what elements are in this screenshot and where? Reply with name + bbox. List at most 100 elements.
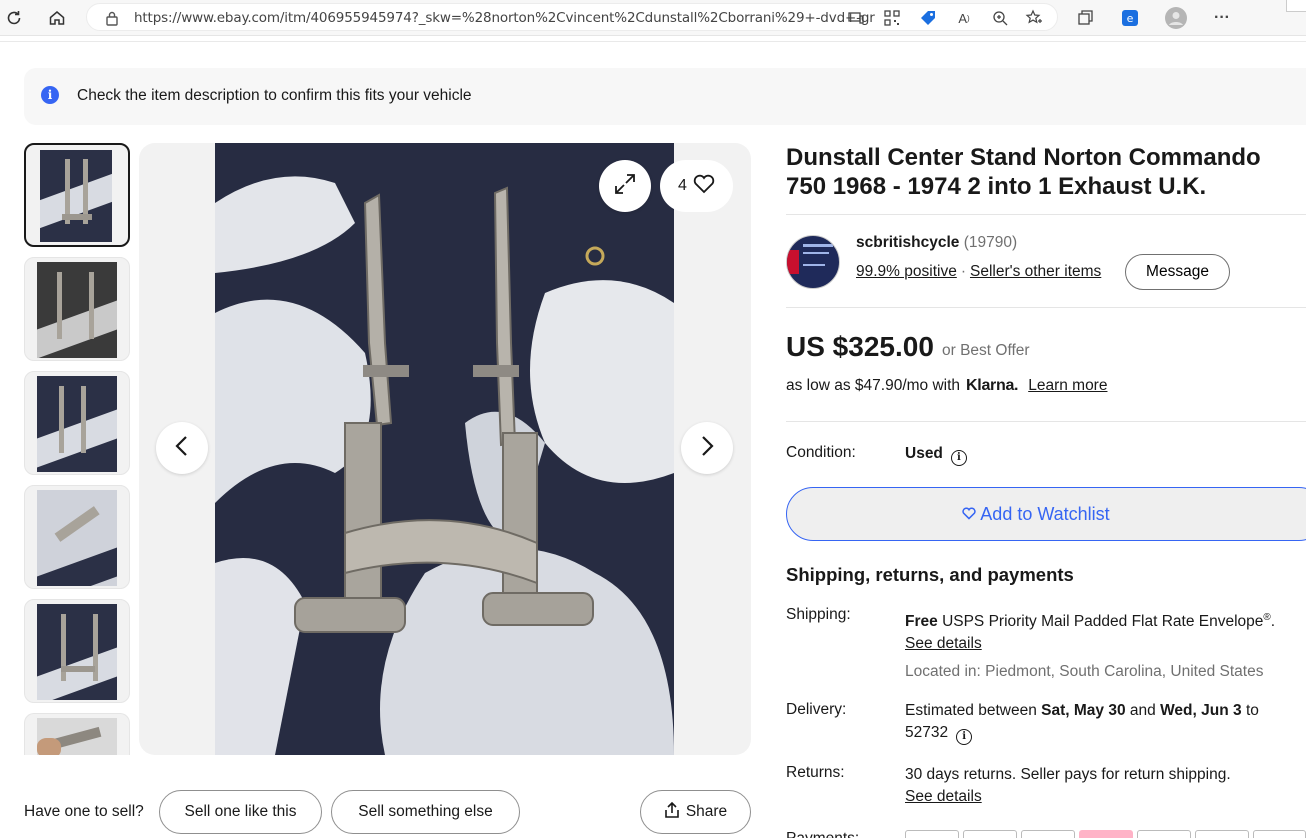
zoom-icon[interactable]: [991, 9, 1009, 27]
have-one-to-sell-text: Have one to sell?: [24, 803, 144, 820]
thumbnail-3[interactable]: [24, 371, 130, 475]
profile-avatar-icon[interactable]: [1164, 6, 1188, 30]
add-to-watchlist-button[interactable]: Add to Watchlist: [786, 487, 1306, 541]
klarna-payment-icon: [1079, 830, 1133, 838]
mastercard-payment-icon: [1195, 830, 1249, 838]
thumbnail-image: [37, 604, 117, 700]
discover-payment-icon: [1253, 830, 1306, 838]
chevron-right-icon: [699, 435, 715, 462]
thumbnail-image: [37, 490, 117, 586]
like-count: 4: [678, 177, 687, 194]
divider: [786, 421, 1306, 422]
share-icon: [664, 801, 680, 824]
shipping-see-details-link[interactable]: See details: [905, 635, 982, 652]
collections-icon[interactable]: [1074, 6, 1098, 30]
browser-toolbar: https://www.ebay.com/itm/406955945974?_s…: [0, 0, 1306, 36]
refresh-icon[interactable]: [2, 6, 26, 30]
heart-icon: [693, 174, 715, 199]
delivery-end: Wed, Jun 3: [1160, 702, 1242, 719]
share-button[interactable]: Share: [640, 790, 751, 834]
seller-links: 99.9% positive · Seller's other items: [856, 263, 1101, 281]
condition-label: Condition:: [786, 444, 856, 461]
seller-name[interactable]: scbritishcycle: [856, 234, 959, 251]
info-circle-icon[interactable]: i: [950, 450, 967, 466]
home-icon[interactable]: [45, 6, 69, 30]
shipping-service: USPS Priority Mail Padded Flat Rate Enve…: [942, 613, 1264, 631]
located-prefix: Located in:: [905, 663, 981, 680]
returns-label: Returns:: [786, 764, 845, 781]
watchers-like-button[interactable]: 4: [660, 160, 733, 212]
product-photo[interactable]: [215, 143, 674, 755]
returns-text: 30 days returns. Seller pays for return …: [905, 766, 1231, 783]
add-favorite-icon[interactable]: [1025, 9, 1043, 27]
thumbnail-1[interactable]: [24, 143, 130, 247]
klarna-learn-more-link[interactable]: Learn more: [1028, 377, 1107, 394]
add-to-watchlist-label: Add to Watchlist: [980, 503, 1110, 524]
payment-method-icon: [963, 830, 1017, 838]
klarna-logo: Klarna.: [966, 377, 1019, 394]
payments-label: Payments:: [786, 830, 859, 838]
seller-positive-link[interactable]: 99.9% positive: [856, 263, 957, 280]
previous-image-button[interactable]: [156, 422, 208, 474]
thumbnail-2[interactable]: [24, 257, 130, 361]
shipping-free: Free: [905, 613, 938, 631]
info-circle-icon[interactable]: i: [956, 729, 973, 745]
heart-icon: [962, 504, 976, 525]
thumbnail-image: [37, 718, 117, 755]
shipping-section-heading: Shipping, returns, and payments: [786, 564, 1074, 585]
divider: [786, 214, 1306, 215]
fitment-alert: i Check the item description to confirm …: [24, 68, 1306, 125]
more-menu-icon[interactable]: ···: [1210, 6, 1234, 30]
sell-something-else-button[interactable]: Sell something else: [331, 790, 520, 834]
seller-avatar[interactable]: [786, 235, 840, 289]
coupon-tag-icon[interactable]: [919, 9, 937, 27]
sell-one-like-this-button[interactable]: Sell one like this: [159, 790, 322, 834]
thumbnail-4[interactable]: [24, 485, 130, 589]
located-value: Piedmont, South Carolina, United States: [985, 663, 1264, 680]
url-text[interactable]: https://www.ebay.com/itm/406955945974?_s…: [134, 10, 876, 26]
thumbnail-image: [40, 150, 112, 242]
edge-extension-icon[interactable]: e: [1118, 6, 1142, 30]
delivery-and: and: [1129, 702, 1156, 719]
seller-feedback-count: (19790): [963, 234, 1018, 251]
klarna-financing: as low as $47.90/mo with Klarna. Learn mor…: [786, 377, 1107, 395]
read-aloud-icon[interactable]: A): [955, 9, 973, 27]
read-aloud-device-icon[interactable]: [847, 9, 865, 27]
thumbnail-5[interactable]: [24, 599, 130, 703]
page-top-divider: [0, 36, 1306, 42]
klarna-prefix: as low as $47.90/mo with: [786, 377, 961, 394]
fitment-alert-text: Check the item description to confirm th…: [77, 87, 472, 104]
thumbnail-image: [37, 262, 117, 358]
delivery-zip[interactable]: 52732: [905, 724, 948, 741]
expand-image-button[interactable]: [599, 160, 651, 212]
expand-icon: [613, 172, 637, 201]
info-icon: i: [41, 86, 59, 104]
thumbnail-image: [37, 376, 117, 472]
separator-dot: ·: [960, 263, 966, 280]
seller-name-row: scbritishcycle (19790): [856, 234, 1017, 252]
message-seller-button[interactable]: Message: [1125, 254, 1230, 290]
payment-method-icon: [1137, 830, 1191, 838]
payment-method-icon: [905, 830, 959, 838]
main-image-gallery[interactable]: [139, 143, 751, 755]
returns-value: 30 days returns. Seller pays for return …: [905, 764, 1300, 808]
seller-other-items-link[interactable]: Seller's other items: [970, 263, 1101, 280]
item-title: Dunstall Center Stand Norton Commando 75…: [786, 144, 1261, 200]
returns-see-details-link[interactable]: See details: [905, 788, 982, 805]
delivery-value: Estimated between Sat, May 30 and Wed, J…: [905, 700, 1300, 745]
svg-text:e: e: [1127, 12, 1134, 25]
lock-icon[interactable]: [105, 10, 119, 31]
shipping-value: Free USPS Priority Mail Padded Flat Rate…: [905, 612, 1276, 653]
next-image-button[interactable]: [681, 422, 733, 474]
qr-code-icon[interactable]: [883, 9, 901, 27]
divider: [786, 307, 1306, 308]
thumbnail-6[interactable]: [24, 713, 130, 755]
address-bar[interactable]: https://www.ebay.com/itm/406955945974?_s…: [86, 3, 1058, 31]
payment-method-icon: [1021, 830, 1075, 838]
condition-value: Used: [905, 445, 943, 462]
shipping-label: Shipping:: [786, 606, 851, 623]
location-row: Located in: Piedmont, South Carolina, Un…: [905, 661, 1263, 683]
condition-value-row: Used i: [905, 443, 967, 466]
delivery-prefix: Estimated between: [905, 702, 1037, 719]
delivery-start: Sat, May 30: [1041, 702, 1126, 719]
